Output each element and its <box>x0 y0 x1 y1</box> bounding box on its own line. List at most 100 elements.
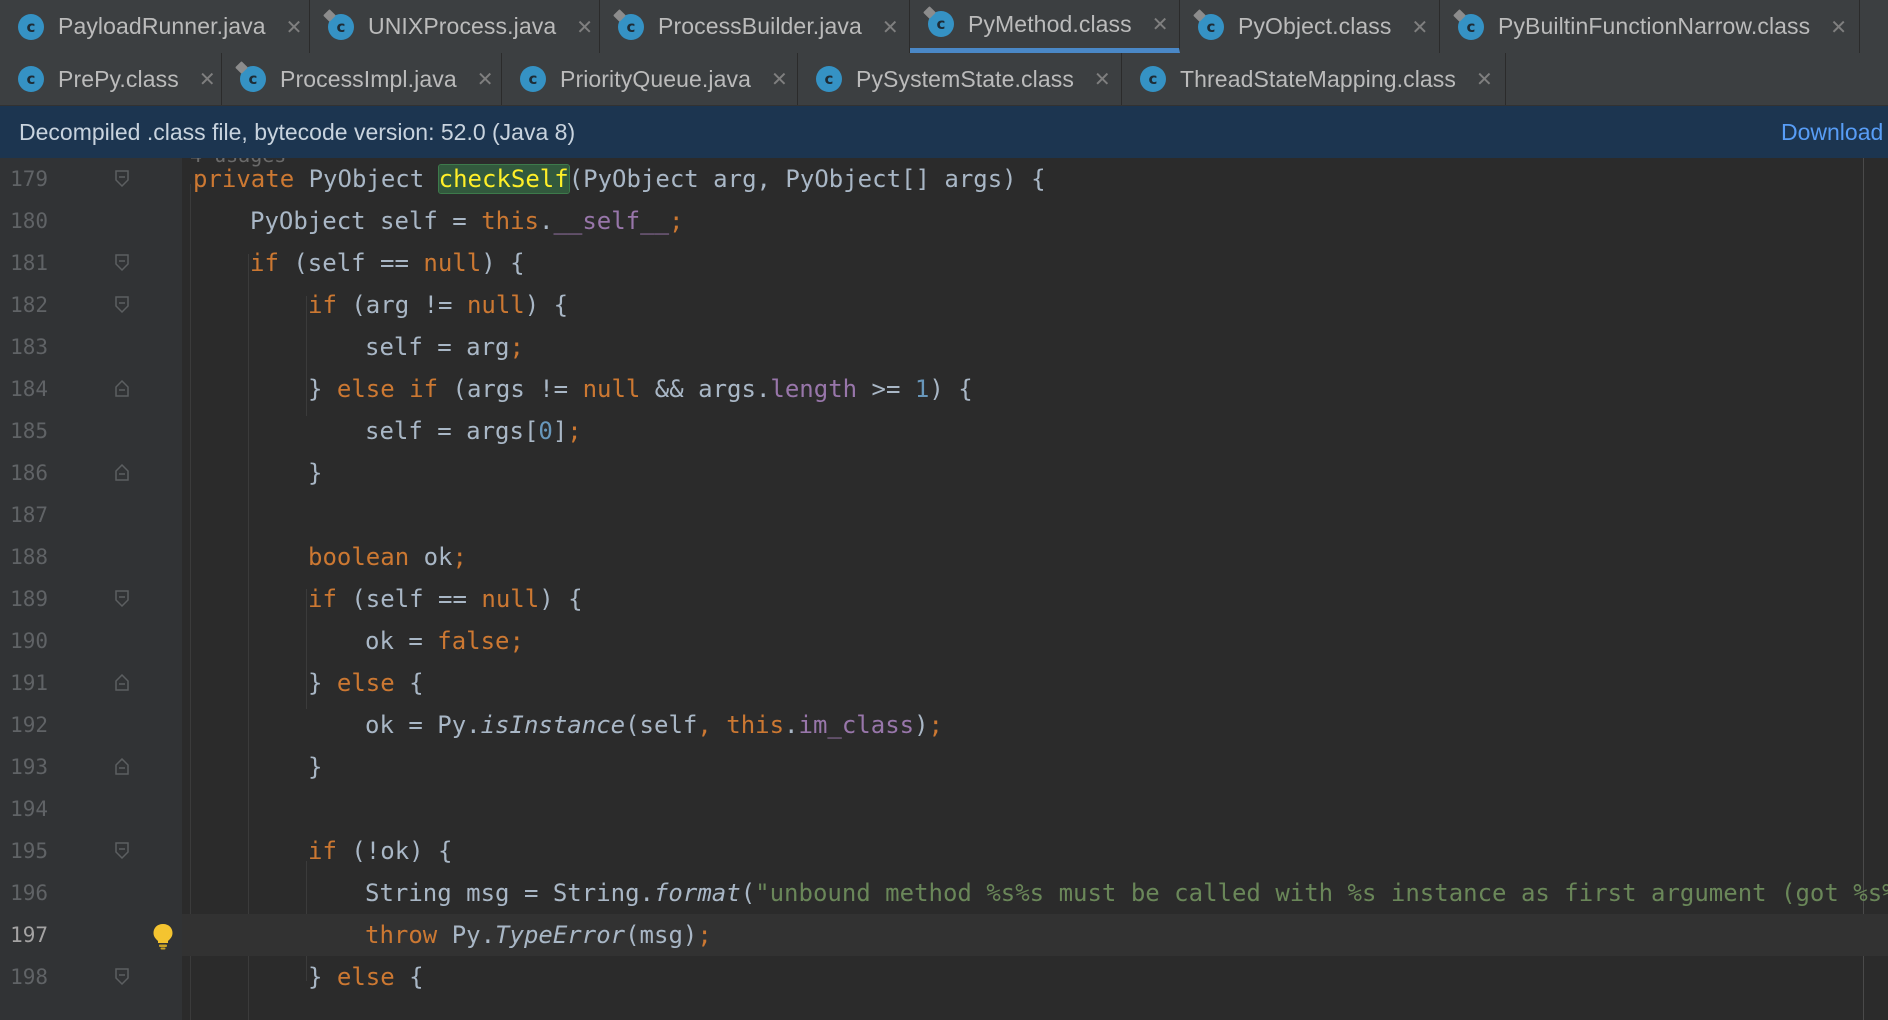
tab-priorityqueue-java[interactable]: c PriorityQueue.java ✕ <box>502 53 798 105</box>
line-number: 181 <box>10 251 48 275</box>
code-line: 188 boolean ok; <box>0 536 1888 578</box>
close-icon[interactable]: ✕ <box>771 67 788 91</box>
fold-open-icon[interactable] <box>115 842 129 859</box>
code-text: if (arg != null) { <box>308 291 569 319</box>
line-number: 193 <box>10 755 48 779</box>
tab-label: PrePy.class <box>58 65 179 92</box>
code-text: private PyObject checkSelf(PyObject arg,… <box>193 164 1046 194</box>
code-text: ok = Py.isInstance(self, this.im_class); <box>365 711 943 739</box>
line-number: 191 <box>10 671 48 695</box>
tab-processimpl-java[interactable]: c ProcessImpl.java ✕ <box>222 53 502 105</box>
java-class-icon: c <box>816 66 842 92</box>
fold-close-icon[interactable] <box>115 464 129 481</box>
line-number: 185 <box>10 419 48 443</box>
line-number: 179 <box>10 167 48 191</box>
close-icon[interactable]: ✕ <box>882 15 899 39</box>
java-class-icon: c <box>520 66 546 92</box>
code-line: 185 self = args[0]; <box>0 410 1888 452</box>
close-icon[interactable]: ✕ <box>1412 15 1429 39</box>
code-text: ok = false; <box>365 627 524 655</box>
java-class-icon: c <box>618 13 644 40</box>
code-line: 195 if (!ok) { <box>0 830 1888 872</box>
code-line: 192 ok = Py.isInstance(self, this.im_cla… <box>0 704 1888 746</box>
close-icon[interactable]: ✕ <box>1830 15 1847 39</box>
close-icon[interactable]: ✕ <box>1152 12 1169 36</box>
line-number: 189 <box>10 587 48 611</box>
fold-close-icon[interactable] <box>115 380 129 397</box>
code-text: } <box>308 459 323 487</box>
code-line: 190 ok = false; <box>0 620 1888 662</box>
line-number: 184 <box>10 377 48 401</box>
download-sources-link[interactable]: Download Sources <box>1781 119 1888 146</box>
fold-open-icon[interactable] <box>115 968 129 985</box>
java-class-icon: c <box>1140 66 1166 92</box>
fold-open-icon[interactable] <box>115 590 129 607</box>
code-text: } else if (args != null && args.length >… <box>308 375 973 403</box>
code-line: 184 } else if (args != null && args.leng… <box>0 368 1888 410</box>
highlighted-method-name: checkSelf <box>437 164 570 194</box>
code-text: if (self == null) { <box>308 585 583 613</box>
close-icon[interactable]: ✕ <box>286 15 303 39</box>
line-number: 186 <box>10 461 48 485</box>
tab-threadstatemapping-class[interactable]: c ThreadStateMapping.class ✕ <box>1122 53 1506 105</box>
tab-label: PayloadRunner.java <box>58 13 266 39</box>
tab-pymethod-class[interactable]: c PyMethod.class ✕ <box>910 0 1180 53</box>
tab-label: PyObject.class <box>1238 13 1392 39</box>
code-text: boolean ok; <box>308 543 467 571</box>
code-line: 196 String msg = String.format("unbound … <box>0 872 1888 914</box>
line-number: 188 <box>10 545 48 569</box>
fold-open-icon[interactable] <box>115 296 129 313</box>
tab-label: PyBuiltinFunctionNarrow.class <box>1498 13 1811 39</box>
code-line: 193 } <box>0 746 1888 788</box>
tab-processbuilder-java[interactable]: c ProcessBuilder.java ✕ <box>600 0 910 53</box>
line-number: 198 <box>10 965 48 989</box>
tab-pysystemstate-class[interactable]: c PySystemState.class ✕ <box>798 53 1122 105</box>
java-class-icon: c <box>1458 13 1484 40</box>
line-number: 183 <box>10 335 48 359</box>
fold-close-icon[interactable] <box>115 674 129 691</box>
code-editor[interactable]: 4 usages 179 private PyObject checkSelf(… <box>0 158 1888 1020</box>
line-number: 197 <box>10 923 48 947</box>
line-number: 196 <box>10 881 48 905</box>
tab-payloadrunner-java[interactable]: c PayloadRunner.java ✕ <box>0 0 310 53</box>
code-line: 189 if (self == null) { <box>0 578 1888 620</box>
line-number: 190 <box>10 629 48 653</box>
code-text: String msg = String.format("unbound meth… <box>365 879 1888 907</box>
code-text: PyObject self = this.__self__; <box>250 207 684 235</box>
close-icon[interactable]: ✕ <box>199 67 216 91</box>
line-number: 180 <box>10 209 48 233</box>
fold-close-icon[interactable] <box>115 758 129 775</box>
tab-unixprocess-java[interactable]: c UNIXProcess.java ✕ <box>310 0 600 53</box>
line-number: 192 <box>10 713 48 737</box>
tab-label: PyMethod.class <box>968 10 1132 37</box>
tab-prepy-class[interactable]: c PrePy.class ✕ <box>0 53 222 105</box>
code-line: 187 <box>0 494 1888 536</box>
close-icon[interactable]: ✕ <box>477 67 494 91</box>
close-icon[interactable]: ✕ <box>576 15 593 39</box>
fold-open-icon[interactable] <box>115 254 129 271</box>
java-class-icon: c <box>18 13 44 40</box>
java-class-icon: c <box>328 13 354 40</box>
lightbulb-icon[interactable] <box>151 922 175 950</box>
line-number: 182 <box>10 293 48 317</box>
java-class-icon: c <box>1198 13 1224 40</box>
line-number: 194 <box>10 797 48 821</box>
code-text: throw Py.TypeError(msg); <box>365 921 712 949</box>
java-class-icon: c <box>18 66 44 92</box>
java-class-icon: c <box>240 66 266 92</box>
close-icon[interactable]: ✕ <box>1094 67 1111 91</box>
code-line: 179 private PyObject checkSelf(PyObject … <box>0 158 1888 200</box>
line-number: 187 <box>10 503 48 527</box>
code-line: 180 PyObject self = this.__self__; <box>0 200 1888 242</box>
code-line: 181 if (self == null) { <box>0 242 1888 284</box>
code-line: 186 } <box>0 452 1888 494</box>
tab-label: UNIXProcess.java <box>368 13 557 39</box>
fold-open-icon[interactable] <box>115 170 129 187</box>
line-number: 195 <box>10 839 48 863</box>
tab-pybuiltinfunctionnarrow-class[interactable]: c PyBuiltinFunctionNarrow.class ✕ <box>1440 0 1860 53</box>
editor-tab-bar-row-2: c PrePy.class ✕ c ProcessImpl.java ✕ c P… <box>0 53 1888 106</box>
code-line: 191 } else { <box>0 662 1888 704</box>
code-line: 194 <box>0 788 1888 830</box>
tab-pyobject-class[interactable]: c PyObject.class ✕ <box>1180 0 1440 53</box>
close-icon[interactable]: ✕ <box>1476 67 1493 91</box>
